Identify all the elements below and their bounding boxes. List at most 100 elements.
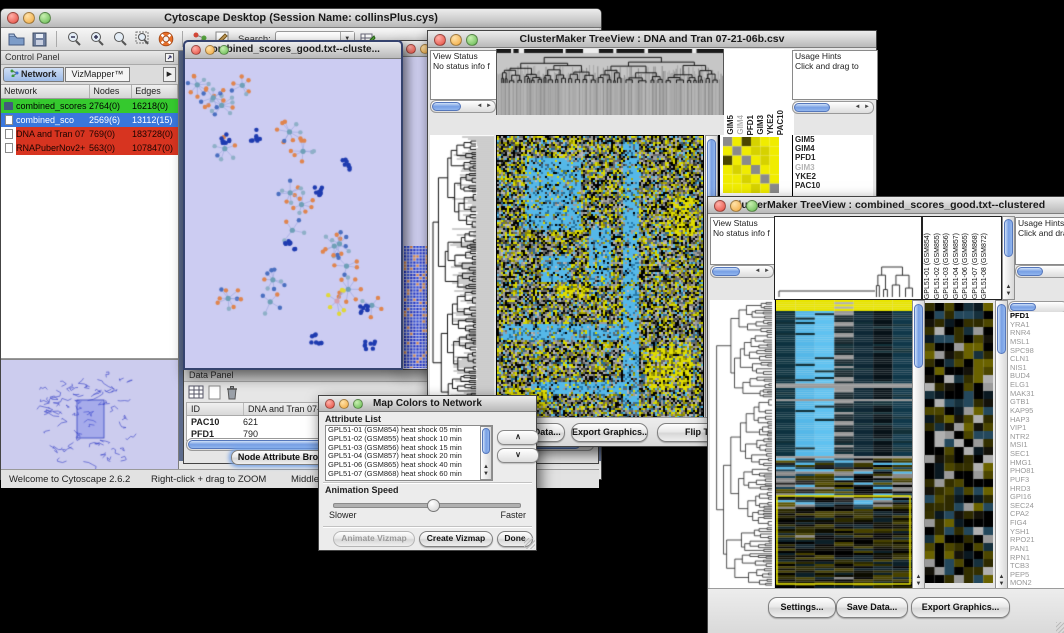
treeview2-heatmap-vscrollbar[interactable]: ▲▼ (912, 300, 925, 590)
column-dendrogram-canvas[interactable] (496, 49, 724, 115)
gene-column-label[interactable]: GIM4 (736, 115, 746, 135)
window-controls[interactable] (325, 399, 363, 409)
gene-column-label[interactable]: GIM5 (726, 115, 736, 135)
new-attribute-icon[interactable] (208, 385, 221, 400)
gene-row-label[interactable]: YKE2 (793, 172, 873, 181)
scroll-thumb[interactable] (794, 103, 830, 112)
array-column-label[interactable]: GPL51-03 (GSM856) (942, 233, 952, 299)
scroll-arrows[interactable]: ▲▼ (481, 464, 491, 478)
overview-canvas[interactable] (1, 360, 177, 470)
zoom-window-icon[interactable] (353, 399, 363, 409)
scroll-arrows[interactable]: ◄ ► (854, 102, 871, 113)
id-column-header[interactable]: ID (187, 403, 244, 415)
save-data-button[interactable]: Save Data... (836, 597, 908, 618)
minimize-icon[interactable] (205, 45, 215, 55)
gene-column-label[interactable]: YKE2 (766, 114, 776, 135)
zoom-selected-button[interactable] (110, 30, 129, 49)
scroll-thumb[interactable] (432, 102, 461, 111)
attribute-list-scrollbar[interactable]: ▲▼ (480, 426, 492, 480)
usage-hints-scrollbar[interactable] (1015, 265, 1064, 278)
treeview2-heatmap-canvas[interactable] (775, 300, 912, 588)
close-icon[interactable] (7, 12, 19, 24)
gene-row-label[interactable]: GIM5 (793, 135, 873, 144)
row-dendrogram-canvas[interactable] (710, 300, 774, 588)
slider-thumb[interactable] (427, 499, 440, 512)
export-graphics-button[interactable]: Export Graphics... (571, 423, 648, 442)
gene-row-label[interactable]: MON2 (1008, 579, 1064, 588)
settings-button[interactable]: Settings... (768, 597, 836, 618)
attribute-item[interactable]: GPL51-07 (GSM868) heat shock 60 min (326, 470, 492, 479)
tab-vizmapper[interactable]: VizMapper™ (65, 67, 131, 82)
animate-vizmap-button[interactable]: Animate Vizmap (333, 531, 415, 547)
scroll-arrows[interactable]: ▲▼ (913, 574, 924, 588)
treeview1-title-bar[interactable]: ClusterMaker TreeView : DNA and Tran 07-… (428, 31, 876, 48)
save-button[interactable] (30, 30, 49, 49)
column-header-network[interactable]: Network (1, 85, 90, 98)
move-down-button[interactable]: ∨ (497, 448, 539, 463)
column-header-nodes[interactable]: Nodes (90, 85, 132, 98)
minimize-icon[interactable] (450, 34, 462, 46)
export-graphics-button[interactable]: Export Graphics... (911, 597, 1010, 618)
column-header-edges[interactable]: Edges (132, 85, 178, 98)
select-attributes-icon[interactable] (188, 385, 204, 399)
minimize-icon[interactable] (23, 12, 35, 24)
resize-grip[interactable] (1056, 622, 1064, 633)
zoom-in-button[interactable] (87, 30, 106, 49)
network-table-row[interactable]: combined_scores 2764(0) 16218(0) (1, 99, 178, 113)
column-labels-vscrollbar[interactable]: ▲▼ (1002, 216, 1015, 300)
close-icon[interactable] (714, 200, 726, 212)
open-file-button[interactable] (7, 30, 26, 49)
network-table-row[interactable]: RNAPuberNov2+ 563(0) 107847(0) (1, 141, 178, 155)
treeview2-gene-list[interactable]: PFD1YRA1RNR4MSL1SPC98CLN1NIS1BUD4ELG1MAK… (1008, 312, 1064, 588)
close-icon[interactable] (434, 34, 446, 46)
close-icon[interactable] (325, 399, 335, 409)
scroll-thumb[interactable] (997, 304, 1006, 354)
array-column-label[interactable]: GPL51-02 (GSM855) (933, 233, 943, 299)
array-column-label[interactable]: GPL51-01 (GSM854) (923, 233, 933, 299)
network-canvas[interactable] (185, 59, 397, 365)
treeview1-heatmap-canvas[interactable] (496, 135, 704, 419)
animation-speed-slider[interactable] (333, 503, 521, 508)
scroll-thumb[interactable] (712, 267, 740, 276)
zoom-out-button[interactable] (64, 30, 83, 49)
network-table-row[interactable]: combined_sco 2569(6) 13112(15) (1, 113, 178, 127)
treeview2-title-bar[interactable]: ClusterMaker TreeView : combined_scores_… (708, 197, 1064, 214)
gene-row-label[interactable]: GIM3 (793, 163, 873, 172)
dialog-title-bar[interactable]: Map Colors to Network (319, 396, 536, 412)
resize-grip[interactable] (524, 538, 535, 549)
float-panel-icon[interactable] (165, 53, 174, 62)
gene-column-label[interactable]: GIM3 (756, 115, 766, 135)
secondary-heatmap-canvas[interactable] (925, 303, 993, 583)
gene-row-label[interactable]: PAC10 (793, 181, 873, 190)
zoom-window-icon[interactable] (466, 34, 478, 46)
minimize-icon[interactable] (339, 399, 349, 409)
array-column-label[interactable]: GPL51-06 (GSM865) (961, 233, 971, 299)
create-vizmap-button[interactable]: Create Vizmap (419, 531, 493, 547)
gene-column-label[interactable]: PFD1 (746, 115, 756, 135)
usage-hints-scrollbar[interactable]: ◄ ► (792, 101, 874, 114)
array-column-label[interactable]: GPL51-04 (GSM857) (952, 233, 962, 299)
scroll-thumb[interactable] (914, 304, 923, 368)
zoom-fit-button[interactable] (133, 30, 152, 49)
gene-row-label[interactable]: PFD1 (793, 153, 873, 162)
secondary-heatmap-vscrollbar[interactable]: ▲▼ (995, 300, 1008, 590)
zoom-window-icon[interactable] (39, 12, 51, 24)
row-dendrogram-canvas[interactable] (430, 135, 494, 417)
scroll-arrows[interactable]: ▲▼ (1003, 284, 1014, 298)
main-title-bar[interactable]: Cytoscape Desktop (Session Name: collins… (1, 9, 601, 28)
window-controls[interactable] (714, 200, 758, 212)
zoom-window-icon[interactable] (219, 45, 229, 55)
array-column-label[interactable]: GPL51-08 (GSM872) (980, 233, 990, 299)
mini-heatmap-canvas[interactable] (723, 137, 779, 193)
column-dendrogram-canvas[interactable] (774, 216, 922, 300)
scroll-thumb[interactable] (1004, 219, 1013, 257)
scroll-thumb[interactable] (1017, 267, 1043, 276)
view-status-scrollbar[interactable]: ◄ ► (710, 265, 774, 278)
window-controls[interactable] (434, 34, 478, 46)
help-button[interactable] (156, 30, 175, 49)
close-icon[interactable] (191, 45, 201, 55)
scroll-arrows[interactable]: ◄ ► (476, 101, 493, 112)
gene-row-label[interactable]: GIM4 (793, 144, 873, 153)
move-up-button[interactable]: ∧ (497, 430, 539, 445)
scroll-arrows[interactable]: ▲▼ (996, 574, 1007, 588)
